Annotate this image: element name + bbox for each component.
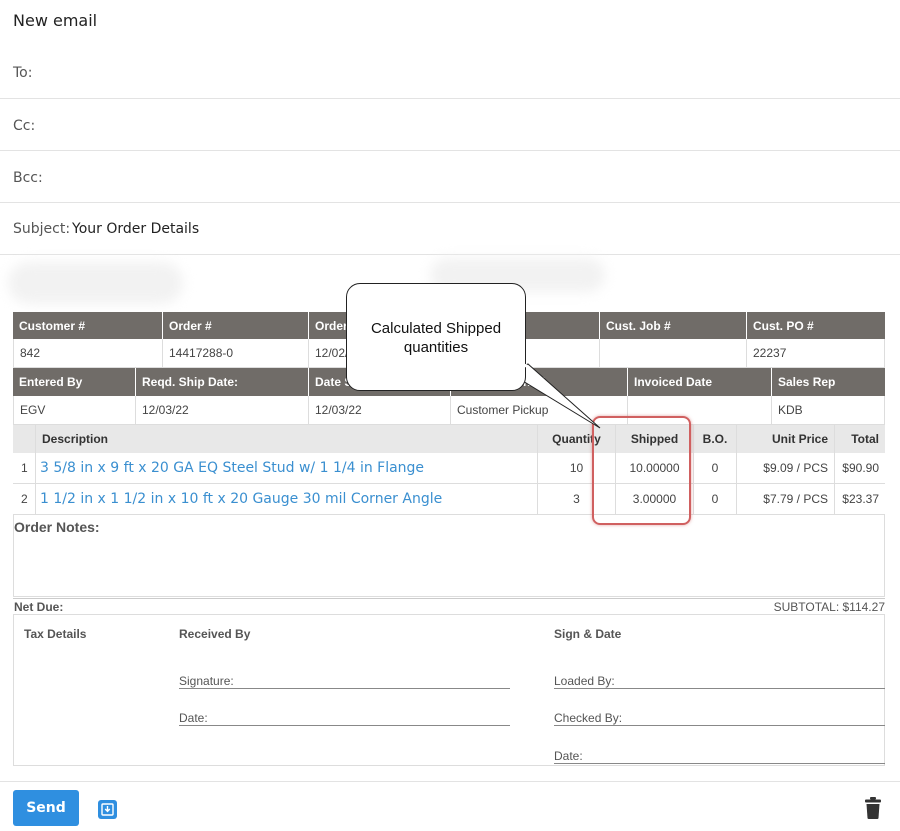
row-num: 2 (13, 484, 36, 514)
hdr-cust-po: Cust. PO # (753, 318, 814, 333)
callout-bubble: Calculated Shipped quantities (346, 283, 526, 391)
cc-label: Cc: (13, 118, 36, 134)
col-description: Description (36, 425, 538, 453)
item-description-link[interactable]: 3 5/8 in x 9 ft x 20 GA EQ Steel Stud w/… (36, 453, 538, 483)
save-draft-icon[interactable] (98, 800, 117, 819)
val-sales-rep: KDB (772, 396, 885, 424)
hdr-invoiced-date: Invoiced Date (628, 368, 772, 396)
net-due-row: Net Due: SUBTOTAL: $114.27 (13, 598, 885, 614)
hdr-cust-job: Cust. Job # (600, 312, 747, 339)
bcc-label: Bcc: (13, 170, 43, 186)
net-due-label: Net Due: (14, 600, 64, 614)
subject-value[interactable]: Your Order Details (72, 221, 199, 237)
val-order-no: 14417288-0 (163, 339, 309, 367)
blurred-logo (8, 262, 183, 304)
item-unit-price: $9.09 / PCS (737, 453, 835, 483)
order-notes-box (13, 515, 885, 597)
hdr-sales-rep: Sales Rep (778, 375, 836, 389)
bcc-row[interactable]: Bcc: (0, 151, 900, 203)
footer-sign-box (13, 614, 885, 766)
date2-line: Date: (554, 749, 885, 764)
val-date-shipped: 12/03/22 (309, 396, 451, 424)
val-cust-job (600, 339, 747, 367)
val-customer-no: 842 (13, 339, 163, 367)
col-num (13, 425, 36, 453)
hdr-customer-no: Customer # (13, 312, 163, 339)
sign-date-label: Sign & Date (554, 627, 622, 641)
hdr-entered-by: Entered By (13, 368, 136, 396)
callout-text: Calculated Shipped quantities (370, 320, 502, 356)
hdr-order-no: Order # (163, 312, 309, 339)
table-row: 1 3 5/8 in x 9 ft x 20 GA EQ Steel Stud … (13, 453, 885, 484)
col-unit-price: Unit Price (737, 425, 835, 453)
email-title: New email (13, 11, 98, 30)
item-bo: 0 (694, 484, 737, 514)
subtotal-value: SUBTOTAL: $114.27 (773, 600, 885, 614)
send-button[interactable]: Send (13, 790, 79, 826)
checked-by-line: Checked By: (554, 711, 885, 726)
subject-row[interactable]: Subject: Your Order Details (0, 203, 900, 255)
loaded-by-line: Loaded By: (554, 674, 885, 689)
item-unit-price: $7.79 / PCS (737, 484, 835, 514)
to-row[interactable]: To: (0, 47, 900, 99)
col-total: Total (851, 432, 879, 446)
item-total: $90.90 (842, 461, 879, 475)
received-by-label: Received By (179, 627, 251, 641)
shipped-highlight-box (592, 416, 691, 525)
order-values-row2: EGV 12/03/22 12/03/22 Customer Pickup KD… (13, 396, 885, 425)
date-line: Date: (179, 711, 510, 726)
item-description-link[interactable]: 1 1/2 in x 1 1/2 in x 10 ft x 20 Gauge 3… (36, 484, 538, 514)
hdr-reqd-ship-date: Reqd. Ship Date: (136, 368, 309, 396)
compose-action-bar (0, 781, 900, 831)
col-bo: B.O. (694, 425, 737, 453)
row-num: 1 (13, 453, 36, 483)
signature-line: Signature: (179, 674, 510, 689)
to-label: To: (13, 65, 33, 81)
items-header: Description Quantity Shipped B.O. Unit P… (13, 425, 885, 453)
item-bo: 0 (694, 453, 737, 483)
trash-icon[interactable] (864, 797, 882, 819)
cc-row[interactable]: Cc: (0, 99, 900, 151)
tax-details-label: Tax Details (24, 627, 87, 641)
subject-label: Subject: (13, 221, 71, 237)
val-entered-by: EGV (13, 396, 136, 424)
val-cust-po: 22237 (747, 339, 885, 367)
val-reqd-ship-date: 12/03/22 (136, 396, 309, 424)
order-notes-label: Order Notes: (14, 519, 100, 535)
item-total: $23.37 (842, 492, 879, 506)
table-row: 2 1 1/2 in x 1 1/2 in x 10 ft x 20 Gauge… (13, 484, 885, 515)
